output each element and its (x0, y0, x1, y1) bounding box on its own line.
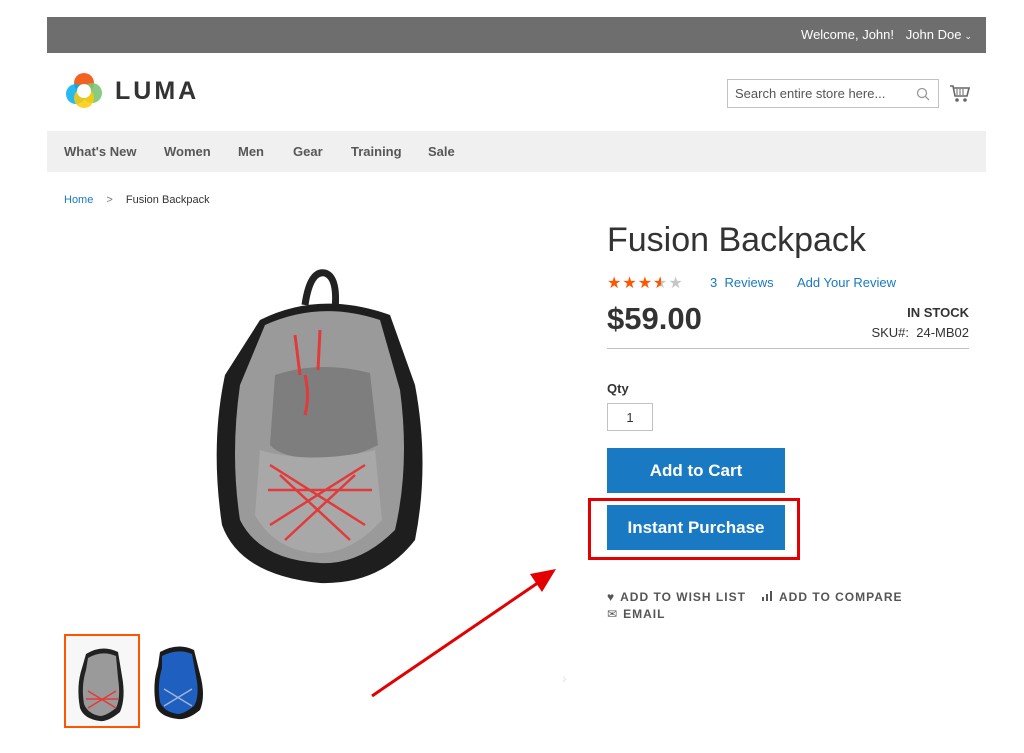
nav-item-women[interactable]: Women (164, 144, 211, 159)
sku-value: 24-MB02 (916, 325, 969, 340)
header: LUMA (47, 53, 986, 131)
envelope-icon[interactable]: ✉ (607, 607, 618, 621)
luma-logo-icon[interactable] (65, 71, 103, 109)
qty-input[interactable] (607, 403, 653, 431)
star-icon: ★ (607, 275, 623, 292)
annotation-arrow (371, 569, 556, 698)
thumbnail-gray-backpack[interactable] (64, 634, 140, 728)
thumbnail-blue-backpack[interactable] (148, 634, 224, 728)
thumbnail-image[interactable] (148, 634, 220, 724)
sku-label: SKU#: (871, 325, 910, 340)
nav-item-men[interactable]: Men (238, 144, 264, 159)
annotation-highlight-box (588, 498, 800, 560)
breadcrumb: Home > Fusion Backpack (64, 194, 210, 206)
email-link[interactable]: ✉ EMAIL (607, 607, 665, 621)
add-to-cart-button[interactable]: Add to Cart (607, 448, 785, 493)
breadcrumb-current: Fusion Backpack (125, 194, 210, 206)
search-icon[interactable] (916, 87, 930, 101)
product-main-image[interactable] (200, 265, 440, 590)
reviews-label[interactable]: Reviews (724, 275, 773, 290)
account-name[interactable]: John Doe (906, 27, 962, 42)
star-half-icon: ★★ (653, 275, 669, 292)
nav-item-sale[interactable]: Sale (428, 144, 455, 159)
account-menu[interactable]: John Doe ⌄ (906, 27, 972, 42)
search-box[interactable] (727, 79, 939, 108)
product-price: $59.00 (607, 301, 702, 336)
main-navigation: What's New Women Men Gear Training Sale (47, 131, 986, 172)
stock-status: IN STOCK (907, 305, 969, 320)
sku: SKU#: 24-MB02 (871, 325, 969, 340)
breadcrumb-home[interactable]: Home (64, 194, 93, 206)
reviews-link[interactable]: 3 Reviews (710, 275, 774, 290)
heart-icon[interactable]: ♥ (607, 590, 615, 604)
wishlist-label[interactable]: ADD TO WISH LIST (620, 590, 746, 604)
bar-chart-icon[interactable] (762, 590, 774, 604)
logo-text[interactable]: LUMA (115, 77, 199, 106)
search-input[interactable] (728, 80, 908, 107)
star-empty-icon: ★ (668, 275, 684, 292)
top-bar: Welcome, John! John Doe ⌄ (47, 17, 986, 53)
add-to-compare-link[interactable]: ADD TO COMPARE (762, 590, 903, 604)
compare-label[interactable]: ADD TO COMPARE (779, 590, 903, 604)
nav-item-training[interactable]: Training (351, 144, 402, 159)
star-icon: ★ (622, 275, 638, 292)
add-review-link[interactable]: Add Your Review (797, 275, 896, 290)
welcome-message: Welcome, John! (801, 27, 894, 42)
rating-stars: ★★★★★★ (607, 273, 684, 293)
thumbnail-image[interactable] (66, 636, 138, 726)
add-to-wishlist-link[interactable]: ♥ ADD TO WISH LIST (607, 590, 746, 604)
nav-item-whats-new[interactable]: What's New (64, 144, 136, 159)
chevron-down-icon[interactable]: ⌄ (964, 31, 972, 41)
email-label[interactable]: EMAIL (623, 607, 665, 621)
star-icon: ★ (637, 275, 654, 292)
reviews-count[interactable]: 3 (710, 275, 717, 290)
breadcrumb-separator: > (106, 194, 113, 206)
product-title: Fusion Backpack (607, 221, 866, 259)
cart-icon[interactable] (949, 82, 971, 104)
divider (607, 348, 969, 349)
qty-label: Qty (607, 381, 629, 396)
nav-item-gear[interactable]: Gear (293, 144, 323, 159)
